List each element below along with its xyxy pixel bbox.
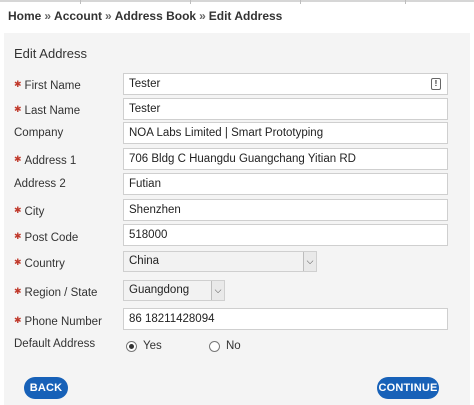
address1-label: ✱ Address 1 <box>14 154 77 167</box>
address1-input[interactable]: 706 Bldg C Huangdu Guangchang Yitian RD <box>123 148 448 170</box>
city-input[interactable]: Shenzhen <box>123 199 448 221</box>
autofill-icon[interactable]: ! <box>431 78 441 90</box>
chevron-down-icon[interactable]: ⌵ <box>211 281 224 300</box>
post-code-label: ✱ Post Code <box>14 231 79 244</box>
default-address-row: Default Address Yes No <box>14 336 454 358</box>
radio-checked-icon[interactable] <box>126 340 137 352</box>
phone-input[interactable]: 86 18211428094 <box>123 308 448 330</box>
continue-button[interactable]: CONTINUE <box>377 377 439 399</box>
breadcrumb-account[interactable]: Account <box>54 9 102 23</box>
default-no-radio[interactable]: No <box>208 340 241 352</box>
company-label: Company <box>14 127 64 139</box>
post-code-row: ✱ Post Code 518000 <box>14 224 454 246</box>
top-border-divider <box>80 0 81 4</box>
last-name-input[interactable]: Tester <box>123 98 448 120</box>
default-yes-radio[interactable]: Yes <box>126 340 162 352</box>
last-name-label: ✱ Last Name <box>14 104 81 117</box>
post-code-input[interactable]: 518000 <box>123 224 448 246</box>
phone-row: ✱ Phone Number 86 18211428094 <box>14 308 454 330</box>
address2-input[interactable]: Futian <box>123 173 448 195</box>
country-label: ✱ Country <box>14 257 65 270</box>
default-yes-label: Yes <box>143 340 162 352</box>
chevron-down-icon[interactable]: ⌵ <box>303 252 316 271</box>
top-border-divider <box>190 0 191 4</box>
country-select[interactable]: China ⌵ <box>123 251 317 272</box>
address1-row: ✱ Address 1 706 Bldg C Huangdu Guangchang… <box>14 148 454 170</box>
breadcrumb-separator: » <box>44 9 52 23</box>
city-row: ✱ City Shenzhen <box>14 199 454 221</box>
required-marker: ✱ <box>14 286 22 296</box>
breadcrumb-separator: » <box>105 9 112 23</box>
breadcrumb-current: Edit Address <box>208 9 283 23</box>
first-name-label: ✱ First Name <box>14 79 81 92</box>
breadcrumb-home[interactable]: Home <box>8 9 41 23</box>
page-title: Edit Address <box>14 46 87 61</box>
country-row: ✱ Country China ⌵ <box>14 251 454 273</box>
company-input[interactable]: NOA Labs Limited | Smart Prototyping <box>123 122 448 144</box>
region-select[interactable]: Guangdong ⌵ <box>123 280 225 301</box>
default-address-label: Default Address <box>14 338 96 350</box>
company-row: Company NOA Labs Limited | Smart Prototy… <box>14 122 454 144</box>
required-marker: ✱ <box>14 231 22 241</box>
required-marker: ✱ <box>14 315 22 325</box>
radio-unchecked-icon[interactable] <box>208 340 220 352</box>
required-marker: ✱ <box>14 104 22 114</box>
breadcrumb: Home» Account» Address Book» Edit Address <box>8 9 282 23</box>
first-name-input[interactable]: Tester ! <box>123 73 448 95</box>
region-label: ✱ Region / State <box>14 286 98 299</box>
phone-label: ✱ Phone Number <box>14 315 102 328</box>
city-label: ✱ City <box>14 205 45 218</box>
first-name-row: ✱ First Name Tester ! <box>14 73 454 95</box>
default-no-label: No <box>225 340 241 352</box>
top-border-divider <box>405 0 406 4</box>
breadcrumb-address-book[interactable]: Address Book <box>115 9 196 23</box>
address2-row: Address 2 Futian <box>14 173 454 195</box>
back-button[interactable]: BACK <box>24 377 68 399</box>
top-border-divider <box>300 0 301 4</box>
default-address-radio-group: Yes No <box>126 340 285 355</box>
region-row: ✱ Region / State Guangdong ⌵ <box>14 280 454 302</box>
top-border <box>0 0 474 4</box>
breadcrumb-separator: » <box>199 9 206 23</box>
required-marker: ✱ <box>14 79 22 89</box>
required-marker: ✱ <box>14 154 22 164</box>
address2-label: Address 2 <box>14 178 66 190</box>
last-name-row: ✱ Last Name Tester <box>14 98 454 120</box>
required-marker: ✱ <box>14 205 22 215</box>
required-marker: ✱ <box>14 257 22 267</box>
